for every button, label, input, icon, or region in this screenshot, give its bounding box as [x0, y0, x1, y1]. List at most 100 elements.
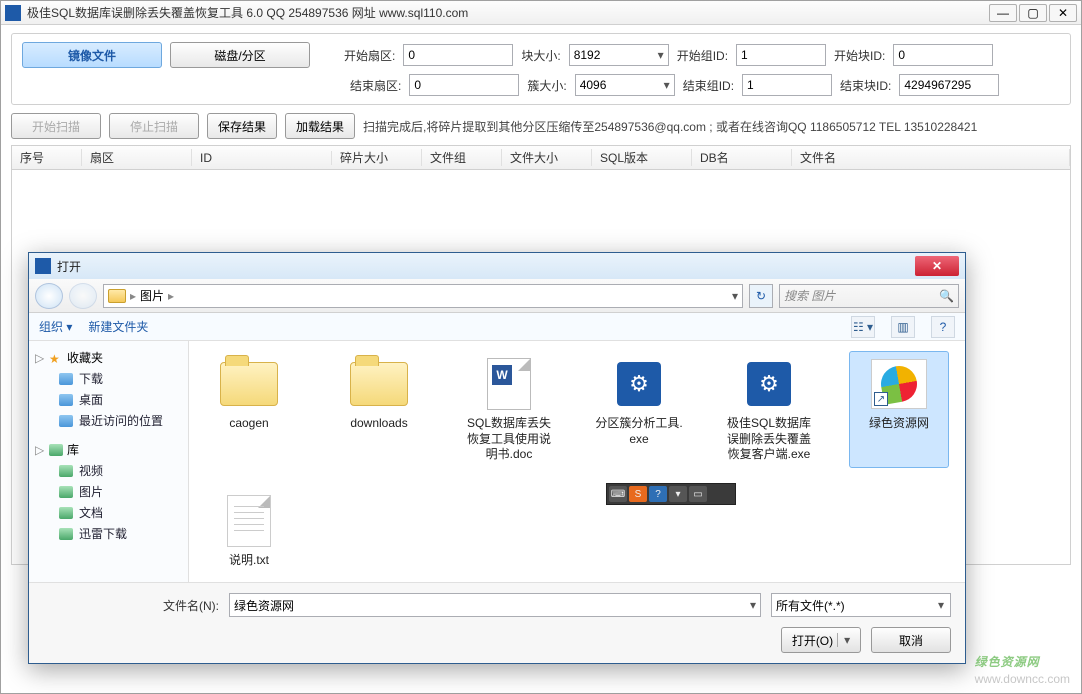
dialog-sidebar: ▷ ★ 收藏夹 下载 桌面 最近访问的位置 ▷ 库 视频 图片 文档 迅雷下载	[29, 341, 189, 582]
file-item-exe[interactable]: ⚙ 极佳SQL数据库误删除丢失覆盖恢复客户端.exe	[719, 351, 819, 468]
cluster-size-combo[interactable]: 4096	[575, 74, 675, 96]
sidebar-item-pictures[interactable]: 图片	[33, 481, 184, 502]
maximize-button[interactable]: ▢	[1019, 4, 1047, 22]
dialog-nav: ▸ 图片 ▸ ▾ ↻ 搜索 图片 🔍	[29, 279, 965, 313]
controls-panel: 镜像文件 磁盘/分区 开始扇区: 块大小: 8192 开始组ID: 开始块ID:…	[11, 33, 1071, 105]
col-filename[interactable]: 文件名	[792, 149, 1070, 166]
open-dialog: 打开 ✕ ▸ 图片 ▸ ▾ ↻ 搜索 图片 🔍 组织 ▾ 新建文件夹 ☷ ▾ ▥…	[28, 252, 966, 664]
file-item-folder[interactable]: caogen	[199, 351, 299, 468]
sidebar-favorites-group[interactable]: ▷ ★ 收藏夹	[33, 347, 184, 368]
crumb-dropdown-icon[interactable]: ▾	[732, 289, 738, 303]
file-item-shortcut[interactable]: ↗ 绿色资源网	[849, 351, 949, 468]
end-block-input[interactable]	[899, 74, 999, 96]
search-placeholder: 搜索 图片	[784, 287, 835, 304]
desktop-icon	[59, 394, 73, 406]
dialog-icon	[35, 258, 51, 274]
dialog-close-button[interactable]: ✕	[915, 256, 959, 276]
col-dbname[interactable]: DB名	[692, 149, 792, 166]
file-item-doc[interactable]: W SQL数据库丢失恢复工具使用说明书.doc	[459, 351, 559, 468]
chevron-icon: ▷	[35, 443, 45, 457]
stop-scan-button[interactable]: 停止扫描	[109, 113, 199, 139]
disk-partition-button[interactable]: 磁盘/分区	[170, 42, 310, 68]
search-input[interactable]: 搜索 图片 🔍	[779, 284, 959, 308]
organize-menu[interactable]: 组织 ▾	[39, 318, 72, 335]
start-sector-input[interactable]	[403, 44, 513, 66]
crumb-sep-icon: ▸	[130, 289, 136, 303]
sidebar-item-documents[interactable]: 文档	[33, 502, 184, 523]
file-list[interactable]: caogen downloads W SQL数据库丢失恢复工具使用说明书.doc…	[189, 341, 965, 582]
sidebar-item-recent[interactable]: 最近访问的位置	[33, 410, 184, 431]
filetype-combo[interactable]: 所有文件(*.*)	[771, 593, 951, 617]
floating-ime-bar[interactable]: ⌨ S ? ▾ ▭	[606, 483, 736, 505]
exe-icon: ⚙	[747, 362, 791, 406]
file-item-exe[interactable]: ⚙ 分区簇分析工具.exe	[589, 351, 689, 468]
end-sector-label: 结束扇区:	[350, 77, 401, 94]
video-icon	[59, 465, 73, 477]
folder-icon	[108, 289, 126, 303]
sidebar-item-xunlei[interactable]: 迅雷下载	[33, 523, 184, 544]
sidebar-libraries-group[interactable]: ▷ 库	[33, 439, 184, 460]
dialog-bottom: 文件名(N): 绿色资源网▾ 所有文件(*.*) 打开(O)▾ 取消	[29, 582, 965, 663]
load-result-button[interactable]: 加载结果	[285, 113, 355, 139]
scan-hint: 扫描完成后,将碎片提取到其他分区压缩传至254897536@qq.com ; 或…	[363, 118, 977, 135]
close-button[interactable]: ✕	[1049, 4, 1077, 22]
dialog-title: 打开	[57, 258, 915, 275]
image-file-button[interactable]: 镜像文件	[22, 42, 162, 68]
end-sector-input[interactable]	[409, 74, 519, 96]
breadcrumb[interactable]: ▸ 图片 ▸ ▾	[103, 284, 743, 308]
end-group-input[interactable]	[742, 74, 832, 96]
ime-icon[interactable]: ⌨	[609, 486, 627, 502]
word-doc-icon: W	[487, 358, 531, 410]
minimize-button[interactable]: —	[989, 4, 1017, 22]
folder-icon	[220, 362, 278, 406]
sidebar-item-desktop[interactable]: 桌面	[33, 389, 184, 410]
refresh-button[interactable]: ↻	[749, 284, 773, 308]
col-seq[interactable]: 序号	[12, 149, 82, 166]
cancel-button[interactable]: 取消	[871, 627, 951, 653]
col-sqlver[interactable]: SQL版本	[592, 149, 692, 166]
col-id[interactable]: ID	[192, 151, 332, 165]
view-mode-button[interactable]: ☷ ▾	[851, 316, 875, 338]
end-block-label: 结束块ID:	[840, 77, 891, 94]
block-size-combo[interactable]: 8192	[569, 44, 669, 66]
sidebar-item-downloads[interactable]: 下载	[33, 368, 184, 389]
start-block-label: 开始块ID:	[834, 47, 885, 64]
dialog-titlebar: 打开 ✕	[29, 253, 965, 279]
table-header: 序号 扇区 ID 碎片大小 文件组 文件大小 SQL版本 DB名 文件名	[12, 146, 1070, 170]
file-item-txt[interactable]: 说明.txt	[199, 488, 299, 574]
new-folder-button[interactable]: 新建文件夹	[88, 318, 148, 335]
txt-icon	[227, 495, 271, 547]
open-button[interactable]: 打开(O)▾	[781, 627, 861, 653]
filename-label: 文件名(N):	[163, 597, 219, 614]
app-titlebar: 极佳SQL数据库误删除丢失覆盖恢复工具 6.0 QQ 254897536 网址 …	[1, 1, 1081, 25]
preview-pane-button[interactable]: ▥	[891, 316, 915, 338]
ime-close-icon[interactable]: ▾	[669, 486, 687, 502]
start-scan-button[interactable]: 开始扫描	[11, 113, 101, 139]
start-block-input[interactable]	[893, 44, 993, 66]
col-group[interactable]: 文件组	[422, 149, 502, 166]
col-sector[interactable]: 扇区	[82, 149, 192, 166]
app-icon	[5, 5, 21, 21]
cluster-size-label: 簇大小:	[527, 77, 566, 94]
end-group-label: 结束组ID:	[683, 77, 734, 94]
exe-icon: ⚙	[617, 362, 661, 406]
sidebar-item-videos[interactable]: 视频	[33, 460, 184, 481]
folder-icon	[350, 362, 408, 406]
save-result-button[interactable]: 保存结果	[207, 113, 277, 139]
ime-help-icon[interactable]: ?	[649, 486, 667, 502]
start-group-input[interactable]	[736, 44, 826, 66]
shortcut-icon: ↗	[871, 359, 927, 409]
crumb-folder[interactable]: 图片	[140, 287, 164, 304]
start-sector-label: 开始扇区:	[344, 47, 395, 64]
col-fsize[interactable]: 文件大小	[502, 149, 592, 166]
file-item-folder[interactable]: downloads	[329, 351, 429, 468]
ime-settings-icon[interactable]: ▭	[689, 486, 707, 502]
help-button[interactable]: ?	[931, 316, 955, 338]
nav-back-button[interactable]	[35, 283, 63, 309]
filename-input[interactable]: 绿色资源网▾	[229, 593, 761, 617]
download-icon	[59, 528, 73, 540]
nav-forward-button[interactable]	[69, 283, 97, 309]
col-frag[interactable]: 碎片大小	[332, 149, 422, 166]
ime-s-icon[interactable]: S	[629, 486, 647, 502]
dialog-toolbar: 组织 ▾ 新建文件夹 ☷ ▾ ▥ ?	[29, 313, 965, 341]
